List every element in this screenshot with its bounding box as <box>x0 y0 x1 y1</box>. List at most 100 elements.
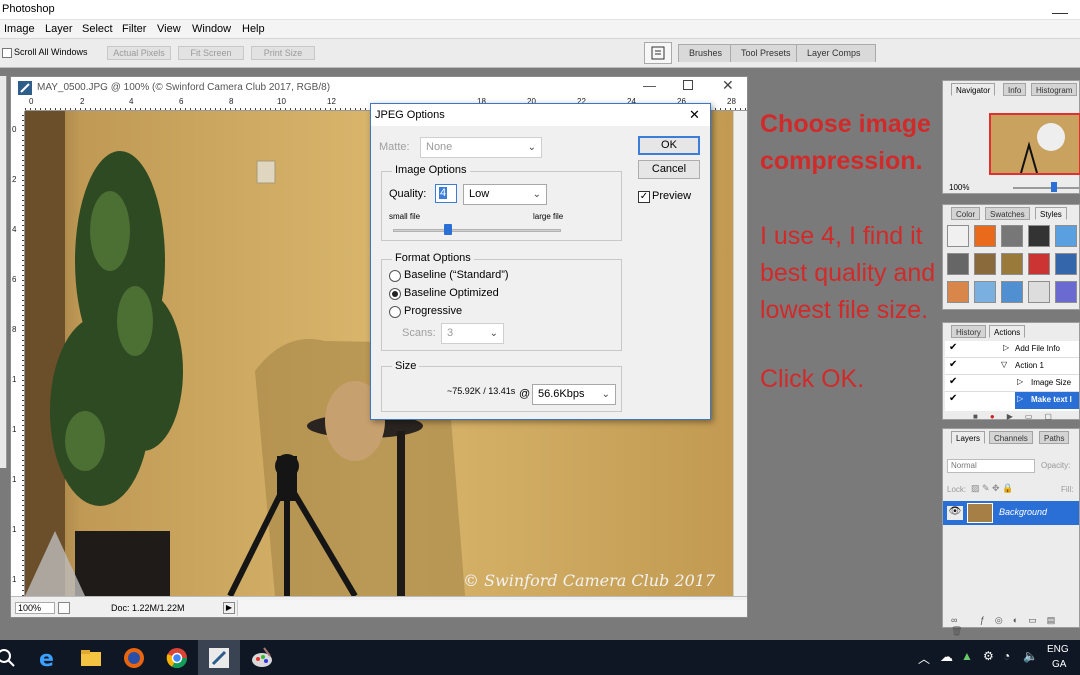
format-options-label: Format Options <box>392 252 474 264</box>
tool-presets-well-tab[interactable]: Tool Presets <box>730 44 800 62</box>
tab-layers[interactable]: Layers <box>951 431 986 444</box>
style-swatch[interactable] <box>1001 225 1023 247</box>
expand-arrow-icon[interactable]: ▷ <box>1003 343 1009 352</box>
style-swatch[interactable] <box>974 253 996 275</box>
style-swatch[interactable] <box>1028 253 1050 275</box>
action-enabled-check-icon[interactable]: ✔ <box>949 393 957 404</box>
show-hidden-icons-chevron-icon[interactable]: ︿ <box>918 650 930 667</box>
layer-comps-well-tab[interactable]: Layer Comps <box>796 44 876 62</box>
file-explorer-icon[interactable] <box>79 646 103 670</box>
tab-channels[interactable]: Channels <box>989 431 1033 444</box>
ok-button[interactable]: OK <box>638 136 700 155</box>
style-swatch[interactable] <box>1055 253 1077 275</box>
action-enabled-check-icon[interactable]: ✔ <box>949 342 957 353</box>
baseline-standard-radio[interactable] <box>389 270 401 282</box>
menu-view[interactable]: View <box>157 23 181 35</box>
tab-styles[interactable]: Styles <box>1035 207 1067 220</box>
style-swatch[interactable] <box>947 225 969 247</box>
firefox-icon[interactable] <box>122 646 146 670</box>
minimize-button[interactable] <box>1052 4 1068 14</box>
wifi-icon[interactable]: ◔ <box>1003 649 1010 663</box>
doc-minimize-button[interactable]: — <box>643 78 656 93</box>
scroll-all-windows-checkbox[interactable] <box>2 48 12 58</box>
style-swatch[interactable] <box>974 281 996 303</box>
tab-info[interactable]: Info <box>1003 83 1027 96</box>
navigator-thumbnail[interactable] <box>989 113 1080 175</box>
navigator-zoom-thumb[interactable] <box>1051 182 1057 192</box>
drive-icon[interactable]: ▲ <box>961 649 973 663</box>
tab-history[interactable]: History <box>951 325 986 338</box>
zoom-field[interactable]: 100% <box>15 602 55 614</box>
network-status-icon[interactable]: ⚙ <box>983 649 994 663</box>
lock-icons[interactable]: ▨ ✎ ✥ 🔒 <box>971 483 1013 494</box>
chrome-icon[interactable] <box>165 646 189 670</box>
quality-input[interactable]: 4 <box>435 184 457 203</box>
style-swatch[interactable] <box>1028 281 1050 303</box>
actual-pixels-button[interactable]: Actual Pixels <box>107 46 171 60</box>
baseline-optimized-radio[interactable] <box>389 288 401 300</box>
modem-speed-select[interactable]: 56.6Kbps ⌄ <box>532 384 616 405</box>
style-swatch[interactable] <box>1055 225 1077 247</box>
brushes-well-tab[interactable]: Brushes <box>678 44 734 62</box>
action-enabled-check-icon[interactable]: ✔ <box>949 376 957 387</box>
ruler-label: 4 <box>12 225 17 234</box>
record-icon[interactable]: ● <box>990 412 1007 421</box>
navigator-zoom-slider[interactable] <box>1013 187 1079 189</box>
tab-histogram[interactable]: Histogram <box>1031 83 1078 96</box>
style-swatch[interactable] <box>947 281 969 303</box>
layer-row-background[interactable]: 👁 Background <box>943 501 1079 525</box>
doc-maximize-button[interactable] <box>683 80 693 90</box>
dialog-close-button[interactable]: ✕ <box>689 107 700 123</box>
action-row[interactable]: ✔ ▽ Action 1 <box>945 358 1079 375</box>
action-row[interactable]: ✔ ▷ Add File Info <box>945 341 1079 358</box>
menu-image[interactable]: Image <box>4 23 35 35</box>
menu-window[interactable]: Window <box>192 23 231 35</box>
action-row[interactable]: ✔ ▷ Make text l <box>945 392 1079 409</box>
input-language[interactable]: ENG <box>1047 644 1069 655</box>
action-label: Action 1 <box>1015 361 1044 370</box>
menu-filter[interactable]: Filter <box>122 23 146 35</box>
fit-screen-button[interactable]: Fit Screen <box>178 46 244 60</box>
quality-slider-thumb[interactable] <box>444 224 453 235</box>
onedrive-cloud-icon[interactable]: ☁ <box>940 649 953 665</box>
edge-browser-icon[interactable]: e <box>36 646 60 670</box>
status-info-icon[interactable] <box>58 602 70 614</box>
cancel-button[interactable]: Cancel <box>638 160 700 179</box>
tab-paths[interactable]: Paths <box>1039 431 1070 444</box>
status-menu-arrow-icon[interactable]: ▶ <box>223 602 235 614</box>
volume-icon[interactable]: 🔈 <box>1023 649 1038 663</box>
eye-icon[interactable]: 👁 <box>947 506 963 520</box>
menu-layer[interactable]: Layer <box>45 23 73 35</box>
style-swatch[interactable] <box>1001 281 1023 303</box>
print-size-button[interactable]: Print Size <box>251 46 315 60</box>
input-region[interactable]: GA <box>1052 659 1066 670</box>
quality-slider-track[interactable] <box>393 229 561 232</box>
expand-arrow-icon[interactable]: ▷ <box>1017 394 1023 403</box>
style-swatch[interactable] <box>947 253 969 275</box>
style-swatch[interactable] <box>1001 253 1023 275</box>
tab-swatches[interactable]: Swatches <box>985 207 1030 220</box>
expand-arrow-icon[interactable]: ▷ <box>1017 377 1023 386</box>
progressive-radio[interactable] <box>389 306 401 318</box>
search-icon[interactable] <box>0 646 18 670</box>
style-swatch[interactable] <box>1028 225 1050 247</box>
style-swatch[interactable] <box>1055 281 1077 303</box>
vertical-scrollbar[interactable] <box>733 111 747 596</box>
quality-preset-select[interactable]: Low ⌄ <box>463 184 547 205</box>
preview-checkbox[interactable]: ✓ <box>638 191 650 203</box>
menu-help[interactable]: Help <box>242 23 265 35</box>
tab-color[interactable]: Color <box>951 207 981 220</box>
palette-well-icon[interactable] <box>644 42 672 64</box>
action-enabled-check-icon[interactable]: ✔ <box>949 359 957 370</box>
menu-select[interactable]: Select <box>82 23 113 35</box>
tab-navigator[interactable]: Navigator <box>951 83 996 96</box>
tab-actions[interactable]: Actions <box>989 325 1026 338</box>
style-swatch[interactable] <box>974 225 996 247</box>
action-row[interactable]: ✔ ▷ Image Size <box>945 375 1079 392</box>
doc-close-button[interactable]: ✕ <box>722 77 734 94</box>
horizontal-scrollbar[interactable] <box>237 600 747 616</box>
paint-app-icon[interactable] <box>250 646 274 670</box>
collapse-arrow-icon[interactable]: ▽ <box>1001 360 1007 369</box>
photoshop-taskbar-icon[interactable] <box>207 646 231 670</box>
blend-mode-select[interactable]: Normal <box>947 459 1035 473</box>
